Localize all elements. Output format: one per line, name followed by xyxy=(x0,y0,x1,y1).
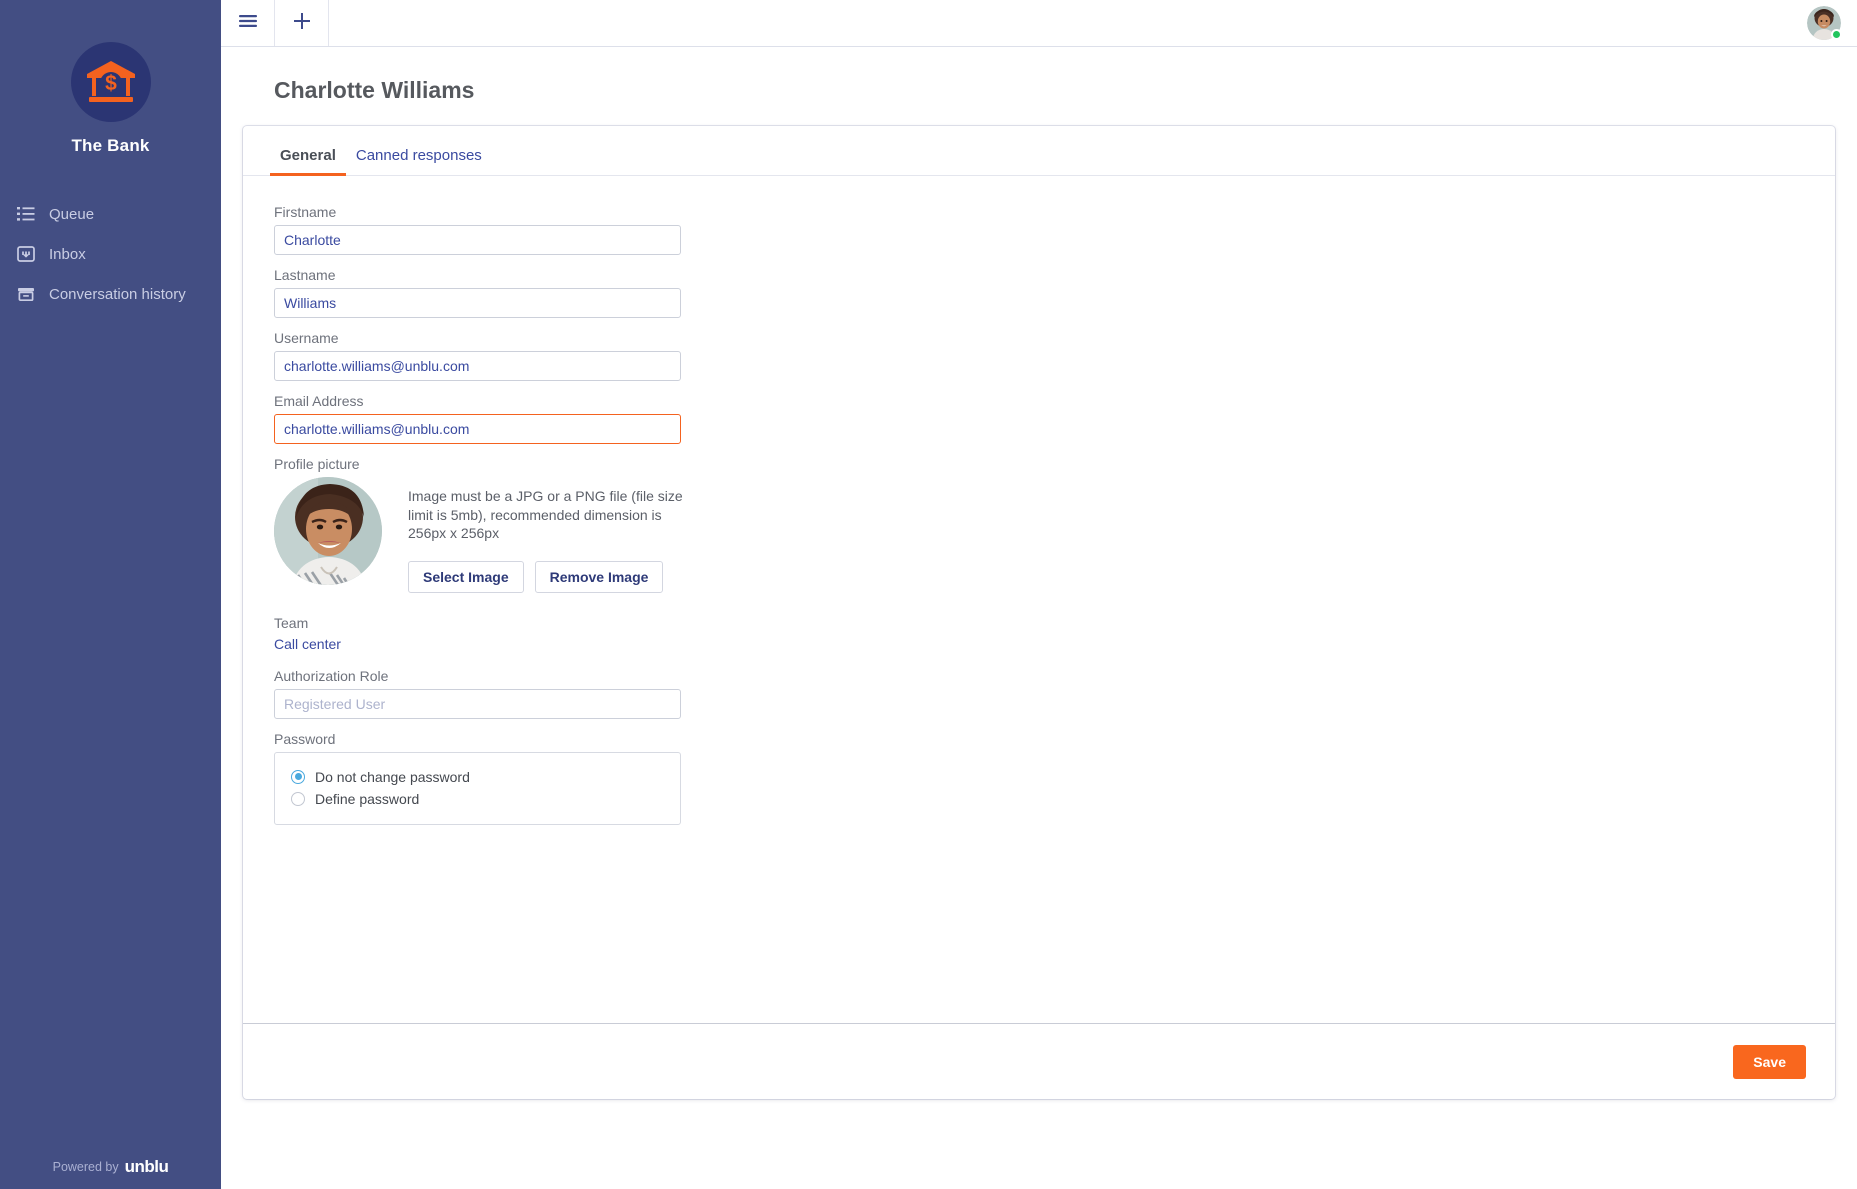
profile-picture-row: Image must be a JPG or a PNG file (file … xyxy=(274,477,1804,593)
sidebar-nav: Queue Inbox Conversation history xyxy=(0,194,221,314)
authorization-role-label: Authorization Role xyxy=(274,668,1804,684)
username-field: Username xyxy=(274,330,1804,381)
profile-picture-preview xyxy=(274,477,382,585)
top-bar xyxy=(221,0,1857,47)
authorization-role-field: Authorization Role xyxy=(274,668,1804,719)
radio-button-icon[interactable] xyxy=(291,792,305,806)
profile-picture-field: Profile picture xyxy=(274,456,1804,593)
inbox-tray-icon xyxy=(17,245,35,263)
tab-general[interactable]: General xyxy=(270,147,346,175)
add-tab-button[interactable] xyxy=(275,0,329,46)
brand-name: The Bank xyxy=(0,136,221,156)
tab-canned-responses[interactable]: Canned responses xyxy=(346,147,492,175)
sidebar: $ The Bank Queue xyxy=(0,0,221,1189)
hamburger-menu-button[interactable] xyxy=(221,0,275,46)
email-input[interactable] xyxy=(274,414,681,444)
profile-picture-label: Profile picture xyxy=(274,456,1804,472)
team-label: Team xyxy=(274,615,1804,631)
profile-picture-buttons: Select Image Remove Image xyxy=(408,561,683,593)
firstname-label: Firstname xyxy=(274,204,1804,220)
email-label: Email Address xyxy=(274,393,1804,409)
sidebar-item-label: Conversation history xyxy=(49,287,186,302)
firstname-input[interactable] xyxy=(274,225,681,255)
radio-label: Define password xyxy=(315,791,419,807)
bank-dollar-icon: $ xyxy=(71,42,151,122)
username-label: Username xyxy=(274,330,1804,346)
list-icon xyxy=(17,205,35,223)
sidebar-item-inbox[interactable]: Inbox xyxy=(0,234,221,274)
profile-picture-hint: Image must be a JPG or a PNG file (file … xyxy=(408,487,683,543)
brand-block: $ The Bank xyxy=(0,0,221,156)
online-status-dot xyxy=(1831,29,1842,40)
password-field: Password Do not change password Define p… xyxy=(274,731,1804,825)
sidebar-item-label: Inbox xyxy=(49,247,86,262)
page-title: Charlotte Williams xyxy=(243,47,1835,126)
password-label: Password xyxy=(274,731,1804,747)
username-input[interactable] xyxy=(274,351,681,381)
remove-image-button[interactable]: Remove Image xyxy=(535,561,664,593)
powered-by-footer: Powered by unblu xyxy=(0,1157,221,1189)
radio-button-icon[interactable] xyxy=(291,770,305,784)
main-content: Charlotte Williams General Canned respon… xyxy=(221,47,1857,1189)
card-footer: Save xyxy=(243,1023,1835,1099)
email-field: Email Address xyxy=(274,393,1804,444)
settings-card: General Canned responses Firstname Lastn… xyxy=(243,126,1835,1099)
radio-do-not-change-password[interactable]: Do not change password xyxy=(291,766,664,788)
general-settings-form: Firstname Lastname Username Email Addres… xyxy=(243,176,1835,1023)
archive-box-icon xyxy=(17,285,35,303)
plus-icon xyxy=(292,11,312,36)
save-button[interactable]: Save xyxy=(1733,1045,1806,1079)
user-avatar-button[interactable] xyxy=(1807,6,1841,40)
hamburger-menu-icon xyxy=(238,13,258,34)
lastname-input[interactable] xyxy=(274,288,681,318)
top-bar-spacer xyxy=(329,0,1807,46)
password-options-box: Do not change password Define password xyxy=(274,752,681,825)
radio-define-password[interactable]: Define password xyxy=(291,788,664,810)
authorization-role-input[interactable] xyxy=(274,689,681,719)
sidebar-item-conversation-history[interactable]: Conversation history xyxy=(0,274,221,314)
select-image-button[interactable]: Select Image xyxy=(408,561,524,593)
lastname-field: Lastname xyxy=(274,267,1804,318)
unblu-logo: unblu xyxy=(125,1157,169,1177)
tab-bar: General Canned responses xyxy=(243,126,1835,176)
team-field: Team Call center xyxy=(274,615,1804,652)
profile-picture-controls: Image must be a JPG or a PNG file (file … xyxy=(408,477,683,593)
lastname-label: Lastname xyxy=(274,267,1804,283)
radio-label: Do not change password xyxy=(315,769,470,785)
powered-by-label: Powered by xyxy=(53,1160,119,1174)
sidebar-item-queue[interactable]: Queue xyxy=(0,194,221,234)
firstname-field: Firstname xyxy=(274,204,1804,255)
svg-text:$: $ xyxy=(105,72,117,95)
team-value[interactable]: Call center xyxy=(274,636,1804,652)
sidebar-item-label: Queue xyxy=(49,207,94,222)
